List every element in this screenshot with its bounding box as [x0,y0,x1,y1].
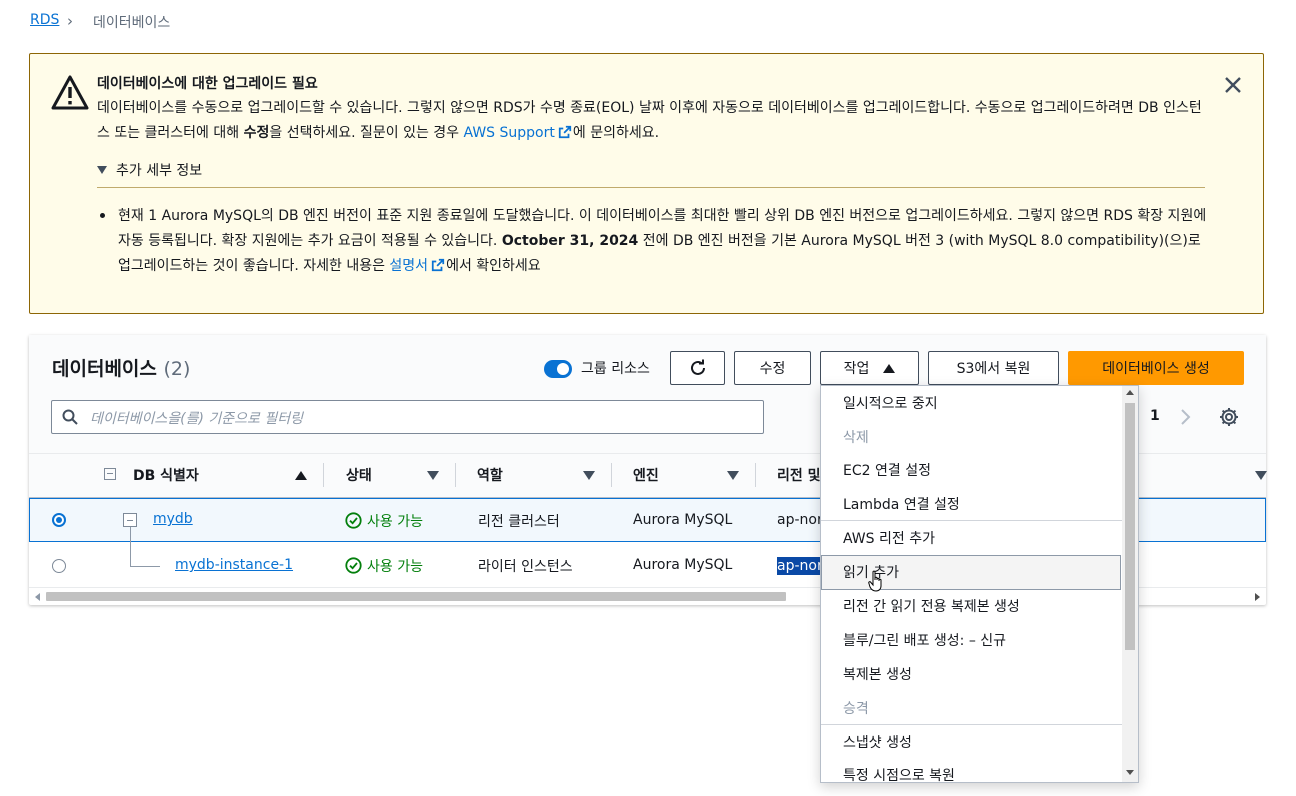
db-identifier-link[interactable]: mydb-instance-1 [175,557,293,573]
check-circle-icon [345,512,362,529]
sort-icon[interactable] [427,471,439,480]
tree-connector [130,566,160,567]
scroll-left-icon[interactable] [35,593,40,601]
gear-icon[interactable] [1219,407,1239,427]
column-region[interactable]: 리전 및 [777,465,821,485]
menu-item-add-aws-region[interactable]: AWS 리전 추가 [843,528,935,548]
bullet-icon [100,213,105,218]
menu-divider [821,520,1122,521]
row-select-radio[interactable] [52,559,66,573]
create-database-button[interactable]: 데이터베이스 생성 [1068,351,1244,385]
scroll-right-icon[interactable] [1255,593,1260,601]
collapse-all-icon[interactable] [104,468,116,480]
collapse-icon[interactable] [123,513,137,527]
menu-item-cross-region-replica[interactable]: 리전 간 읽기 전용 복제본 생성 [843,596,1020,616]
details-message: 현재 1 Aurora MySQL의 DB 엔진 버전이 표준 지원 종료일에 … [118,208,1207,274]
breadcrumb-rds-link[interactable]: RDS [30,12,59,28]
breadcrumb-current: 데이터베이스 [93,15,171,31]
external-link-icon [558,125,571,139]
column-db-identifier[interactable]: DB 식별자 [133,465,199,485]
sort-icon[interactable] [727,471,739,480]
warning-icon [51,75,89,110]
scroll-up-icon[interactable] [1126,390,1134,395]
caret-down-icon [97,166,107,174]
region-cell: ap-nor [777,512,823,528]
external-link-icon [431,258,445,272]
tree-connector [130,527,131,567]
menu-divider [821,724,1122,725]
hand-cursor-icon [868,570,882,592]
row-select-radio[interactable] [52,513,66,527]
banner-title: 데이터베이스에 대한 업그레이드 필요 [97,76,318,92]
horizontal-scroll-thumb[interactable] [46,592,786,601]
menu-item-stop-temporarily[interactable]: 일시적으로 중지 [843,393,938,413]
menu-item-delete: 삭제 [843,430,869,446]
check-circle-icon [345,557,362,574]
close-icon[interactable] [1220,72,1246,98]
column-divider [755,463,756,487]
sort-icon[interactable] [583,471,595,480]
page-title: 데이터베이스 (2) [52,358,191,380]
search-icon [62,409,78,425]
menu-item-restore-point-in-time[interactable]: 특정 시점으로 복원 [843,765,955,785]
column-role[interactable]: 역할 [477,465,503,485]
sort-ascending-icon[interactable] [295,471,307,480]
menu-item-setup-lambda[interactable]: Lambda 연결 설정 [843,494,960,514]
column-engine[interactable]: 엔진 [633,465,659,485]
menu-item-setup-ec2[interactable]: EC2 연결 설정 [843,460,931,480]
engine-cell: Aurora MySQL [633,557,733,573]
refresh-button[interactable] [670,351,725,385]
database-count: (2) [163,358,191,380]
actions-button[interactable]: 작업 [820,351,919,385]
caret-up-icon [883,363,896,373]
engine-cell: Aurora MySQL [633,512,733,528]
db-identifier-link[interactable]: mydb [153,511,193,527]
additional-details-toggle[interactable]: 추가 세부 정보 [97,160,202,180]
group-resources-label: 그룹 리소스 [581,361,650,377]
sort-icon[interactable] [1255,471,1267,480]
banner-message: 데이터베이스를 수동으로 업그레이드할 수 있습니다. 그렇지 않으면 RDS가… [97,100,1202,141]
column-divider [455,463,456,487]
details-divider [97,187,1205,188]
chevron-right-icon[interactable] [1176,407,1194,427]
breadcrumb-separator-icon: › [67,12,73,30]
refresh-icon [690,359,705,375]
status-badge: 사용 가능 [345,511,423,531]
scroll-down-icon[interactable] [1126,770,1134,775]
region-cell-selected: ap-nor [777,557,823,575]
modify-button[interactable]: 수정 [734,351,811,385]
menu-scroll-thumb[interactable] [1125,403,1135,650]
column-divider [611,463,612,487]
menu-item-create-clone[interactable]: 복제본 생성 [843,664,912,684]
restore-from-s3-button[interactable]: S3에서 복원 [928,351,1059,385]
column-status[interactable]: 상태 [346,465,372,485]
group-resources-toggle[interactable] [544,360,572,378]
current-page[interactable]: 1 [1150,408,1160,424]
status-badge: 사용 가능 [345,556,423,576]
aws-support-link[interactable]: AWS Support [464,125,555,141]
menu-item-blue-green[interactable]: 블루/그린 배포 생성: – 신규 [843,630,1006,650]
role-cell: 라이터 인스턴스 [478,559,573,575]
role-cell: 리전 클러스터 [478,514,560,530]
column-divider [323,463,324,487]
menu-item-promote: 승격 [843,701,869,717]
documentation-link[interactable]: 설명서 [389,258,428,274]
filter-placeholder: 데이터베이스을(를) 기준으로 필터링 [90,411,304,427]
menu-item-take-snapshot[interactable]: 스냅샷 생성 [843,732,912,752]
